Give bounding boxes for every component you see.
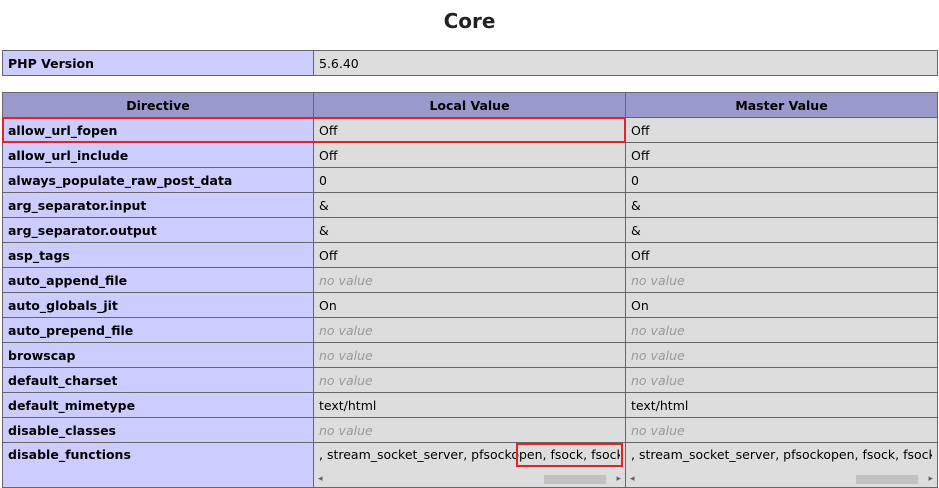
local-value: no value <box>313 342 626 368</box>
directive-name: browscap <box>2 342 314 368</box>
directive-name: allow_url_include <box>2 142 314 168</box>
local-value: 0 <box>313 167 626 193</box>
directive-name: default_charset <box>2 367 314 393</box>
table-row: default_mimetype text/html text/html <box>2 392 938 418</box>
master-value: no value <box>625 367 938 393</box>
php-version-value: 5.6.40 <box>313 50 938 76</box>
directive-name: allow_url_fopen <box>2 117 314 143</box>
local-value-scroll-area[interactable]: , stream_socket_server, pfsockopen, fsoc… <box>313 442 626 488</box>
scroll-right-icon[interactable]: ▸ <box>928 473 933 485</box>
horizontal-scrollbar[interactable]: ◂ ▸ <box>318 473 621 485</box>
scroll-left-icon[interactable]: ◂ <box>318 473 323 485</box>
local-value: On <box>313 292 626 318</box>
table-row: always_populate_raw_post_data 0 0 <box>2 167 938 193</box>
master-value-scroll-area[interactable]: , stream_socket_server, pfsockopen, fsoc… <box>625 442 938 488</box>
table-row: allow_url_include Off Off <box>2 142 938 168</box>
master-value: no value <box>625 317 938 343</box>
table-row: disable_classes no value no value <box>2 417 938 443</box>
scroll-left-icon[interactable]: ◂ <box>630 473 635 485</box>
scrollbar-thumb[interactable] <box>856 475 918 484</box>
table-row: arg_separator.output & & <box>2 217 938 243</box>
master-value: Off <box>625 242 938 268</box>
directive-name: asp_tags <box>2 242 314 268</box>
directives-table: Directive Local Value Master Value allow… <box>2 92 938 488</box>
directive-name: auto_globals_jit <box>2 292 314 318</box>
header-master-value: Master Value <box>625 92 938 118</box>
table-row: arg_separator.input & & <box>2 192 938 218</box>
master-value: text/html <box>625 392 938 418</box>
directive-name: arg_separator.output <box>2 217 314 243</box>
master-value: Off <box>625 117 938 143</box>
local-value: Off <box>313 242 626 268</box>
master-value: 0 <box>625 167 938 193</box>
master-value: no value <box>625 417 938 443</box>
table-row: auto_globals_jit On On <box>2 292 938 318</box>
master-value: On <box>625 292 938 318</box>
local-value: , stream_socket_server, pfsockopen, fsoc… <box>319 447 620 462</box>
page-title: Core <box>443 9 496 33</box>
master-value: no value <box>625 267 938 293</box>
table-row: disable_functions , stream_socket_server… <box>2 442 938 488</box>
table-header-row: Directive Local Value Master Value <box>2 92 938 118</box>
directive-name: auto_prepend_file <box>2 317 314 343</box>
local-value: text/html <box>313 392 626 418</box>
table-row: auto_prepend_file no value no value <box>2 317 938 343</box>
php-version-table: PHP Version 5.6.40 <box>2 50 938 76</box>
local-value: no value <box>313 267 626 293</box>
directive-name: always_populate_raw_post_data <box>2 167 314 193</box>
table-row: allow_url_fopen Off Off <box>2 117 938 143</box>
master-value: & <box>625 192 938 218</box>
header-directive: Directive <box>2 92 314 118</box>
local-value: & <box>313 217 626 243</box>
local-value: & <box>313 192 626 218</box>
scrollbar-thumb[interactable] <box>544 475 606 484</box>
table-row: auto_append_file no value no value <box>2 267 938 293</box>
directive-name: arg_separator.input <box>2 192 314 218</box>
table-row: browscap no value no value <box>2 342 938 368</box>
master-value: & <box>625 217 938 243</box>
master-value: , stream_socket_server, pfsockopen, fsoc… <box>631 447 932 462</box>
local-value: no value <box>313 317 626 343</box>
table-row: asp_tags Off Off <box>2 242 938 268</box>
local-value: Off <box>313 117 626 143</box>
master-value: Off <box>625 142 938 168</box>
directive-name: disable_classes <box>2 417 314 443</box>
header-local-value: Local Value <box>313 92 626 118</box>
local-value: no value <box>313 367 626 393</box>
horizontal-scrollbar[interactable]: ◂ ▸ <box>630 473 933 485</box>
php-version-label: PHP Version <box>2 50 314 76</box>
table-row: default_charset no value no value <box>2 367 938 393</box>
scroll-right-icon[interactable]: ▸ <box>616 473 621 485</box>
directive-name: auto_append_file <box>2 267 314 293</box>
table-row: PHP Version 5.6.40 <box>2 50 938 76</box>
directive-name: default_mimetype <box>2 392 314 418</box>
directive-name: disable_functions <box>2 442 314 488</box>
local-value: Off <box>313 142 626 168</box>
master-value: no value <box>625 342 938 368</box>
local-value: no value <box>313 417 626 443</box>
